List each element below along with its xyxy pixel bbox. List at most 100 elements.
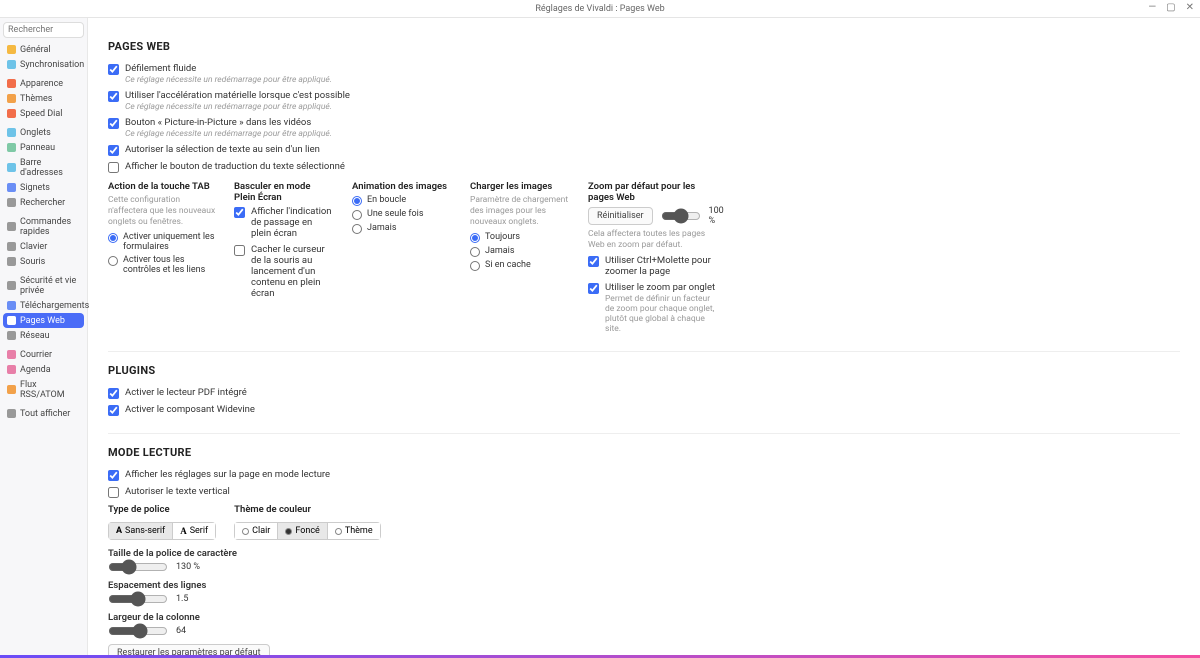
close-icon[interactable]: ✕ — [1186, 2, 1194, 13]
font-type-segment: ASans-serif ASerif — [108, 522, 216, 540]
fs-opt-1-checkbox[interactable] — [234, 245, 245, 256]
pw-opt-1-label: Utiliser l'accélération matérielle lorsq… — [125, 90, 350, 101]
sidebar-item-label: Flux RSS/ATOM — [20, 380, 80, 400]
sidebar-item-label: Pages Web — [20, 316, 65, 326]
zoom-reset-button[interactable]: Réinitialiser — [588, 207, 653, 225]
section-reader: MODE LECTURE Afficher les réglages sur l… — [108, 434, 1180, 658]
sidebar-item-label: Agenda — [20, 365, 51, 375]
sidebar-item-th-mes[interactable]: Thèmes — [3, 91, 84, 106]
ic-themes-icon — [7, 94, 16, 103]
anim-opt-0-radio[interactable] — [352, 196, 362, 206]
zoom-slider[interactable] — [661, 211, 701, 221]
fs-opt-1-label: Cacher le curseur de la souris au lancem… — [251, 244, 334, 299]
anim-opt-0-label: En boucle — [367, 195, 406, 205]
group-title: Charger les images — [470, 181, 570, 192]
theme-theme-button[interactable]: Thème — [328, 522, 381, 540]
sidebar-item-clavier[interactable]: Clavier — [3, 239, 84, 254]
line-spacing-slider[interactable] — [108, 594, 168, 604]
sidebar-item-panneau[interactable]: Panneau — [3, 140, 84, 155]
fs-opt-0-checkbox[interactable] — [234, 207, 245, 218]
window-controls: — ▢ ✕ — [1148, 2, 1194, 13]
load-opt-2-label: Si en cache — [485, 260, 531, 270]
search-input[interactable] — [3, 22, 84, 38]
plugin-opt-0-checkbox[interactable] — [108, 388, 119, 399]
sidebar-item-onglets[interactable]: Onglets — [3, 125, 84, 140]
ic-tabs-icon — [7, 128, 16, 137]
titlebar: Réglages de Vivaldi : Pages Web — ▢ ✕ — [0, 0, 1200, 18]
tab-opt-0-radio[interactable] — [108, 233, 118, 243]
reader-vert-label: Autoriser le texte vertical — [125, 486, 230, 497]
minimize-icon[interactable]: — — [1148, 2, 1156, 13]
sidebar-item-speed-dial[interactable]: Speed Dial — [3, 106, 84, 121]
sidebar-item-barre-d-adresses[interactable]: Barre d'adresses — [3, 155, 84, 180]
pw-opt-1-checkbox[interactable] — [108, 91, 119, 102]
font-sans-button[interactable]: ASans-serif — [108, 522, 173, 540]
section-title: PAGES WEB — [108, 40, 1180, 53]
sidebar-item-label: Courrier — [20, 350, 52, 360]
anim-opt-1-radio[interactable] — [352, 210, 362, 220]
theme-light-button[interactable]: Clair — [234, 522, 278, 540]
maximize-icon[interactable]: ▢ — [1166, 2, 1175, 13]
reader-show-checkbox[interactable] — [108, 470, 119, 481]
anim-opt-2-radio[interactable] — [352, 224, 362, 234]
group-title: Type de police — [108, 504, 216, 515]
plugin-opt-1-checkbox[interactable] — [108, 405, 119, 416]
sidebar-item-label: Tout afficher — [20, 409, 70, 419]
sidebar-item-label: Thèmes — [20, 94, 52, 104]
font-size-block: Taille de la police de caractère 130 % — [108, 548, 1180, 572]
sidebar-item-apparence[interactable]: Apparence — [3, 76, 84, 91]
theme-dark-button[interactable]: Foncé — [278, 522, 327, 540]
sidebar-item-synchronisation[interactable]: Synchronisation — [3, 57, 84, 72]
sidebar-item-label: Téléchargements — [20, 301, 89, 311]
ic-addr-icon — [7, 163, 16, 172]
group-fullscreen: Basculer en mode Plein Écran Afficher l'… — [234, 181, 334, 339]
sidebar-item-signets[interactable]: Signets — [3, 180, 84, 195]
sidebar-item-pages-web[interactable]: Pages Web — [3, 313, 84, 328]
sidebar-item-label: Speed Dial — [20, 109, 62, 119]
group-title: Thème de couleur — [234, 504, 380, 515]
load-opt-0-radio[interactable] — [470, 233, 480, 243]
sidebar-item-flux-rss-atom[interactable]: Flux RSS/ATOM — [3, 377, 84, 402]
load-opt-2-radio[interactable] — [470, 261, 480, 271]
group-sub: Paramètre de chargement des images pour … — [470, 195, 570, 228]
pw-opt-4-checkbox[interactable] — [108, 162, 119, 173]
sidebar-item-agenda[interactable]: Agenda — [3, 362, 84, 377]
sidebar-item-souris[interactable]: Souris — [3, 254, 84, 269]
font-size-slider[interactable] — [108, 562, 168, 572]
sidebar-item-g-n-ral[interactable]: Général — [3, 42, 84, 57]
zoom-ctrl-checkbox[interactable] — [588, 256, 599, 267]
zoom-pertab-checkbox[interactable] — [588, 283, 599, 294]
pw-opt-0-checkbox[interactable] — [108, 64, 119, 75]
pw-opt-3-checkbox[interactable] — [108, 145, 119, 156]
zoom-pertab-desc: Permet de définir un facteur de zoom pou… — [605, 294, 718, 334]
zoom-value: 100 % — [709, 206, 724, 226]
sidebar-item-r-seau[interactable]: Réseau — [3, 328, 84, 343]
ic-cal-icon — [7, 365, 16, 374]
ic-search-icon — [7, 198, 16, 207]
column-width-slider[interactable] — [108, 626, 168, 636]
load-opt-1-label: Jamais — [485, 246, 514, 256]
sidebar-item-t-l-chargements[interactable]: Téléchargements — [3, 298, 84, 313]
reader-vert-checkbox[interactable] — [108, 487, 119, 498]
tab-opt-1-radio[interactable] — [108, 256, 118, 266]
sidebar-item-rechercher[interactable]: Rechercher — [3, 195, 84, 210]
ic-mouse-icon — [7, 257, 16, 266]
font-serif-button[interactable]: ASerif — [173, 522, 216, 540]
sidebar-item-courrier[interactable]: Courrier — [3, 347, 84, 362]
zoom-pertab-label: Utiliser le zoom par onglet — [605, 282, 718, 293]
plugin-opt-0-label: Activer le lecteur PDF intégré — [125, 387, 247, 398]
sidebar-item-tout-afficher[interactable]: Tout afficher — [3, 406, 84, 421]
sidebar-item-s-curit-et-vie-priv-e[interactable]: Sécurité et vie privée — [3, 273, 84, 298]
load-opt-0-label: Toujours — [485, 232, 520, 242]
sidebar-item-label: Synchronisation — [20, 60, 84, 70]
color-theme-segment: Clair Foncé Thème — [234, 522, 380, 540]
sidebar-item-commandes-rapides[interactable]: Commandes rapides — [3, 214, 84, 239]
pw-opt-0-desc: Ce réglage nécessite un redémarrage pour… — [125, 75, 332, 85]
pw-opt-2-checkbox[interactable] — [108, 118, 119, 129]
zoom-desc: Cela affectera toutes les pages Web en z… — [588, 229, 718, 251]
group-title: Action de la touche TAB — [108, 181, 216, 192]
group-load-images: Charger les images Paramètre de chargeme… — [470, 181, 570, 339]
pw-opt-2-label: Bouton « Picture-in-Picture » dans les v… — [125, 117, 332, 128]
load-opt-1-radio[interactable] — [470, 247, 480, 257]
plugin-opt-1-label: Activer le composant Widevine — [125, 404, 255, 415]
